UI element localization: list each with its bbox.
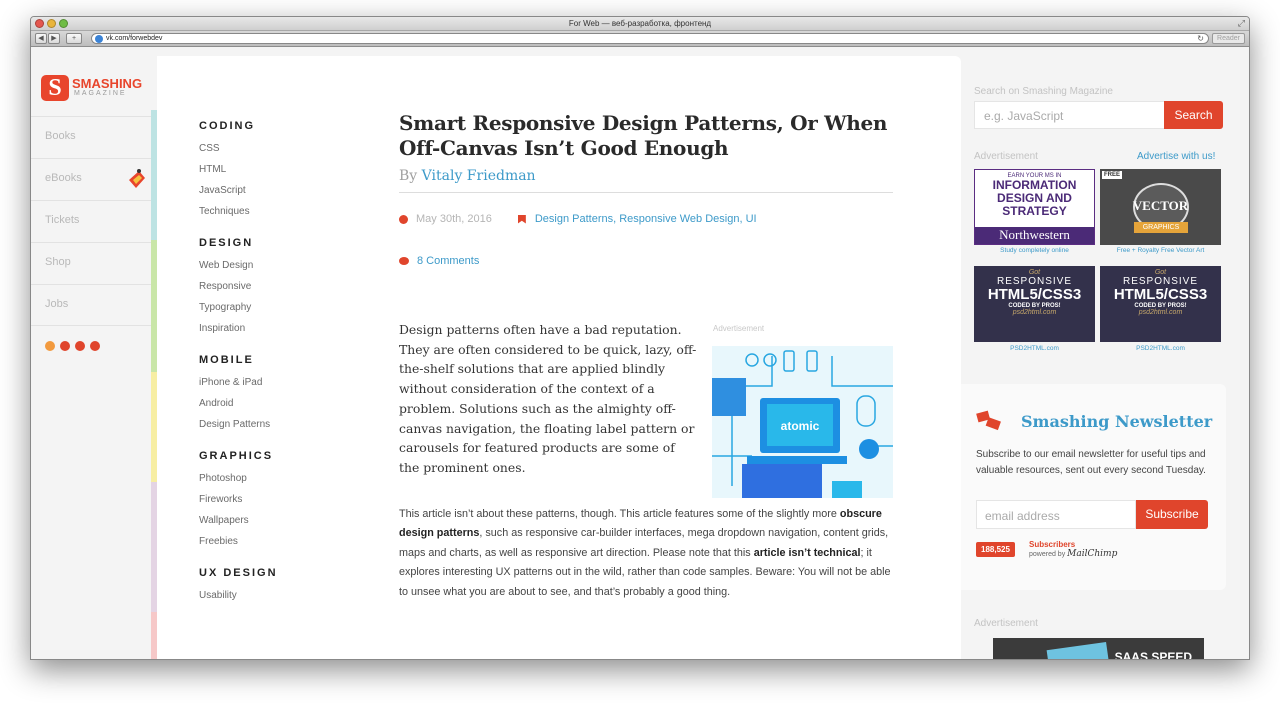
article-title[interactable]: Smart Responsive Design Patterns, Or Whe… [399,111,893,161]
category-link[interactable]: Fireworks [199,489,349,510]
category-group-coding: CODING CSS HTML JavaScript Techniques [199,120,349,222]
reload-icon[interactable]: ↻ [1197,34,1204,43]
ad-brand-text: atomic [781,419,820,433]
category-link[interactable]: Usability [199,585,349,606]
emphasis-not-technical: article isn’t technical [753,546,861,559]
newsletter-title: Smashing Newsletter [1021,412,1213,431]
category-link[interactable]: Design Patterns [199,414,349,435]
nav-item-books[interactable]: Books [31,116,151,158]
category-link[interactable]: CSS [199,138,349,159]
nav-item-ebooks[interactable]: eBooks [31,158,151,200]
category-link[interactable]: Web Design [199,255,349,276]
comment-bubble-icon [399,257,409,265]
nav-item-shop[interactable]: Shop [31,242,151,284]
newsletter-text: Subscribe to our email newsletter for us… [976,449,1206,476]
ad-label: Advertisement [974,618,1038,629]
browser-toolbar: ◀ ▶ + vk.com/forwebdev ↻ Reader [31,31,1249,47]
newsletter-box: Smashing Newsletter Subscribe to our ema… [961,384,1226,590]
category-link[interactable]: Inspiration [199,318,349,339]
comments-link[interactable]: 8 Comments [399,255,893,267]
article-date: May 30th, 2016 [416,213,492,225]
article-meta: May 30th, 2016 Design Patterns, Responsi… [399,213,893,225]
category-nav: CODING CSS HTML JavaScript Techniques DE… [199,120,349,621]
rss-icon[interactable] [45,341,55,351]
article-header: Smart Responsive Design Patterns, Or Whe… [399,111,893,267]
subscriber-count: 188,525 [976,542,1015,557]
category-link[interactable]: HTML [199,159,349,180]
powered-by: powered by MailChimp [1029,549,1118,559]
forward-button[interactable]: ▶ [48,33,60,44]
category-link[interactable]: JavaScript [199,180,349,201]
category-link[interactable]: Wallpapers [199,510,349,531]
window-title: For Web — веб-разработка, фронтенд [568,19,712,28]
ad-psd2html[interactable]: Got RESPONSIVE HTML5/CSS3 CODED BY PROS!… [974,266,1095,342]
author-link[interactable]: Vitaly Friedman [422,168,536,184]
category-link[interactable]: Responsive [199,276,349,297]
category-link[interactable]: Android [199,393,349,414]
back-button[interactable]: ◀ [35,33,47,44]
ad-psd2html[interactable]: Got RESPONSIVE HTML5/CSS3 CODED BY PROS!… [1100,266,1221,342]
subscribers-label: Subscribers [1029,540,1076,549]
category-group-mobile: MOBILE iPhone & iPad Android Design Patt… [199,354,349,435]
cat-mascot-icon [129,169,145,188]
twitter-icon[interactable] [75,341,85,351]
byline: By Vitaly Friedman [399,168,893,193]
ad-northwestern[interactable]: EARN YOUR MS IN INFORMATION DESIGN AND S… [974,169,1095,245]
ad-caption[interactable]: PSD2HTML.com [974,345,1095,352]
category-link[interactable]: Freebies [199,531,349,552]
advertise-link[interactable]: Advertise with us! [1137,151,1215,162]
reader-button[interactable]: Reader [1212,33,1245,44]
url-text: vk.com/forwebdev [106,35,163,42]
category-heading[interactable]: GRAPHICS [199,450,349,462]
bottom-ad-banner[interactable]: SAAS SPEED [993,638,1204,659]
envelope-icon [976,410,1001,431]
facebook-icon[interactable] [60,341,70,351]
social-links [45,341,100,351]
smashing-logo[interactable]: S SMASHING MAGAZINE [41,73,156,103]
search-button[interactable]: Search [1164,101,1223,129]
nav-item-tickets[interactable]: Tickets [31,200,151,242]
mailchimp-logo[interactable]: MailChimp [1067,549,1117,559]
category-group-graphics: GRAPHICS Photoshop Fireworks Wallpapers … [199,450,349,552]
fullscreen-icon[interactable]: ⤢ [1238,18,1245,29]
bookmark-icon [517,214,526,224]
ad-caption[interactable]: Free + Royalty Free Vector Art [1100,247,1221,254]
logo-s-icon: S [41,75,69,101]
title-bar: For Web — веб-разработка, фронтенд ⤢ [31,17,1249,31]
category-heading[interactable]: UX DESIGN [199,567,349,579]
ad-label: Advertisement [974,151,1038,162]
category-heading[interactable]: MOBILE [199,354,349,366]
ad-vector[interactable]: FREE VECTOR GRAPHICS [1100,169,1221,245]
category-heading[interactable]: CODING [199,120,349,132]
nav-item-jobs[interactable]: Jobs [31,284,151,326]
article-intro: Design patterns often have a bad reputat… [399,322,697,475]
search-input[interactable]: e.g. JavaScript [974,101,1164,129]
search-label: Search on Smashing Magazine [974,86,1113,97]
category-link[interactable]: Techniques [199,201,349,222]
category-link[interactable]: Photoshop [199,468,349,489]
clock-icon [399,214,408,224]
category-group-design: DESIGN Web Design Responsive Typography … [199,237,349,339]
globe-icon [95,35,103,43]
email-field[interactable]: email address [976,500,1136,529]
browser-window: For Web — веб-разработка, фронтенд ⤢ ◀ ▶… [30,16,1250,660]
article-body: This article isn’t about these patterns,… [399,508,891,598]
address-bar[interactable]: vk.com/forwebdev ↻ [91,33,1209,44]
category-link[interactable]: Typography [199,297,349,318]
new-tab-button[interactable]: + [66,33,82,44]
article-tags[interactable]: Design Patterns, Responsive Web Design, … [535,213,757,225]
subscribe-button[interactable]: Subscribe [1136,500,1208,529]
google-plus-icon[interactable] [90,341,100,351]
ad-caption[interactable]: Study completely online [974,247,1095,254]
category-group-ux-design: UX DESIGN Usability [199,567,349,606]
category-heading[interactable]: DESIGN [199,237,349,249]
main-nav: Books eBooks Tickets Shop Jobs [31,116,151,326]
web-page: S SMASHING MAGAZINE Books eBooks Tickets… [31,48,1249,659]
right-sidebar: Search on Smashing Magazine e.g. JavaScr… [961,48,1249,659]
ad-caption[interactable]: PSD2HTML.com [1100,345,1221,352]
category-link[interactable]: iPhone & iPad [199,372,349,393]
atomic-ad-image[interactable]: atomic [712,346,893,498]
inline-ad-label: Advertisement [713,324,765,333]
